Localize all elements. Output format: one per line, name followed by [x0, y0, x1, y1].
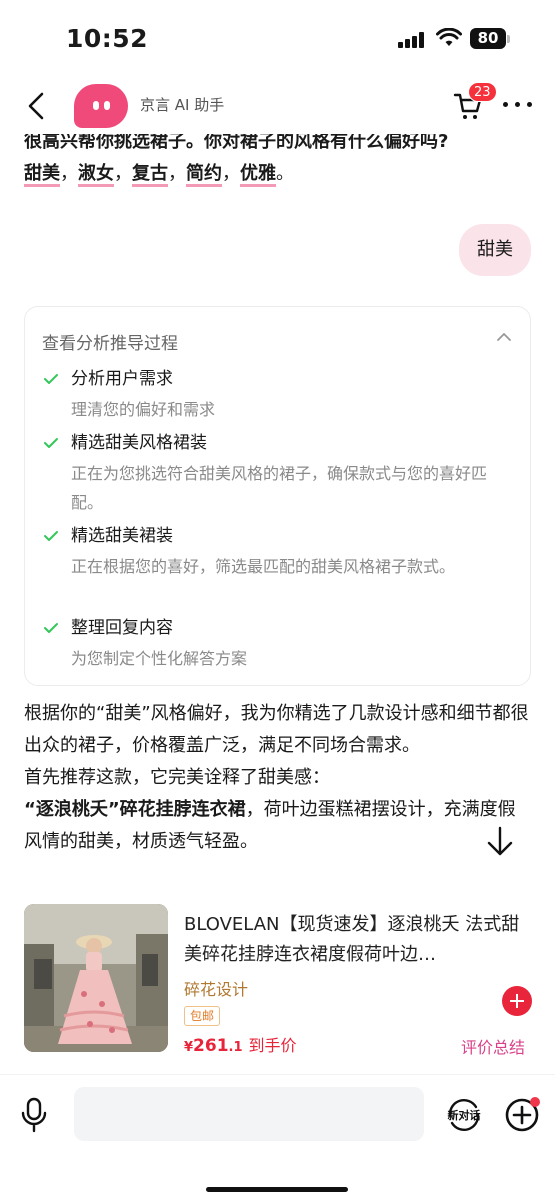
style-option-sweet[interactable]: 甜美 — [24, 163, 60, 187]
style-option-simple[interactable]: 简约 — [186, 163, 222, 187]
battery-cap — [507, 35, 510, 43]
new-chat-label: 新对话 — [447, 1109, 481, 1122]
style-options: 甜美，淑女，复古，简约，优雅。 — [24, 158, 529, 190]
style-option-elegant[interactable]: 优雅 — [240, 163, 276, 187]
free-shipping-badge: 包邮 — [184, 1006, 221, 1026]
review-summary-link[interactable]: 评价总结 — [461, 1034, 525, 1058]
step-description: 理清您的偏好和需求 — [71, 400, 216, 419]
product-image[interactable] — [24, 904, 168, 1052]
check-icon — [44, 438, 58, 448]
assistant-avatar[interactable] — [74, 84, 128, 128]
assistant-name: 京言 AI 助手 — [140, 96, 225, 114]
message-input[interactable] — [74, 1087, 424, 1141]
step-description: 为您制定个性化解答方案 — [71, 649, 248, 668]
new-chat-button[interactable]: 新对话 — [444, 1095, 484, 1135]
intro-question: 很高兴帮你挑选裙子。你对裙子的风格有什么偏好吗? — [24, 134, 449, 152]
reply-paragraph: 首先推荐这款，它完美诠释了甜美感： — [24, 767, 330, 788]
step-title: 整理回复内容 — [71, 618, 173, 638]
wifi-icon — [436, 28, 462, 46]
microphone-icon[interactable] — [20, 1097, 48, 1133]
chat-header: 京言 AI 助手 23 — [0, 78, 555, 134]
check-icon — [44, 623, 58, 633]
arrow-down-icon[interactable] — [482, 824, 518, 860]
product-title[interactable]: BLOVELAN【现货速发】逐浪桃夭 法式甜美碎花挂脖连衣裙度假荷叶边… — [184, 910, 529, 970]
product-card[interactable]: BLOVELAN【现货速发】逐浪桃夭 法式甜美碎花挂脖连衣裙度假荷叶边… 碎花设… — [24, 904, 532, 1057]
user-message-bubble: 甜美 — [459, 224, 531, 276]
step-description: 正在根据您的喜好，筛选最匹配的甜美风格裙子款式。 — [71, 557, 456, 576]
add-to-cart-button[interactable] — [502, 986, 532, 1016]
assistant-reply: 根据你的“甜美”风格偏好，我为你精选了几款设计感和细节都很出众的裙子，价格覆盖广… — [24, 698, 529, 858]
step-description: 正在为您挑选符合甜美风格的裙子，确保款式与您的喜好匹配。 — [71, 464, 488, 512]
status-time: 10:52 — [66, 24, 149, 53]
home-indicator — [206, 1187, 348, 1192]
product-feature-tag: 碎花设计 — [184, 980, 249, 999]
status-bar: 10:52 80 — [0, 0, 555, 78]
assistant-message-intro: 很高兴帮你挑选裙子。你对裙子的风格有什么偏好吗? 甜美，淑女，复古，简约，优雅。 — [24, 134, 529, 190]
analysis-title[interactable]: 查看分析推导过程 — [42, 329, 178, 354]
check-icon — [44, 374, 58, 384]
step-title: 精选甜美风格裙装 — [71, 433, 207, 453]
style-option-retro[interactable]: 复古 — [132, 163, 168, 187]
battery-indicator: 80 — [470, 28, 506, 49]
step-title: 分析用户需求 — [71, 369, 173, 389]
cart-count-badge: 23 — [468, 82, 497, 102]
cellular-signal-icon — [398, 32, 426, 48]
chat-area[interactable]: 很高兴帮你挑选裙子。你对裙子的风格有什么偏好吗? 甜美，淑女，复古，简约，优雅。… — [0, 134, 555, 1074]
recommended-product-name: “逐浪桃夭”碎花挂脖连衣裙 — [24, 799, 246, 820]
style-option-lady[interactable]: 淑女 — [78, 163, 114, 187]
chevron-up-icon[interactable] — [496, 331, 512, 343]
product-price: ¥261.1 到手价 — [184, 1036, 297, 1056]
analysis-process-card: 查看分析推导过程 分析用户需求 理清您的偏好和需求 精选甜美风格裙装 正在为您挑… — [24, 306, 531, 686]
reply-paragraph: 根据你的“甜美”风格偏好，我为你精选了几款设计感和细节都很出众的裙子，价格覆盖广… — [24, 703, 529, 756]
notification-dot — [530, 1097, 540, 1107]
input-bar: 新对话 — [0, 1074, 555, 1200]
check-icon — [44, 531, 58, 541]
reply-recommendation: “逐浪桃夭”碎花挂脖连衣裙，荷叶边蛋糕裙摆设计，充满度假风情的甜美，材质透气轻盈… — [24, 799, 516, 852]
more-options-icon[interactable] — [503, 100, 533, 110]
back-button[interactable] — [22, 90, 50, 122]
step-title: 精选甜美裙装 — [71, 526, 173, 546]
